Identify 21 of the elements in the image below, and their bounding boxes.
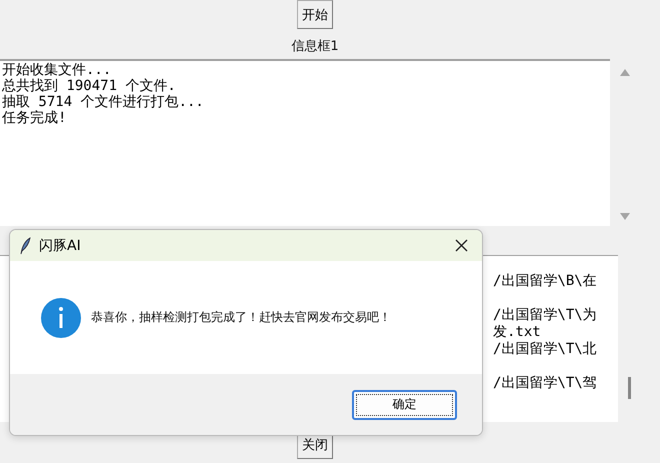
feather-icon: [19, 236, 31, 254]
log-line: 抽取 5714 个文件进行打包...: [2, 94, 205, 110]
log-line: 开始收集文件...: [2, 62, 112, 78]
file-path-line: /出国留学\B\在: [493, 273, 598, 290]
log-line: 任务完成!: [2, 110, 68, 126]
start-button[interactable]: 开始: [297, 0, 333, 29]
close-icon[interactable]: [455, 239, 468, 252]
scroll-thumb-icon[interactable]: [628, 377, 630, 399]
dialog-message: 恭喜你，抽样检测打包完成了！赶快去官网发布交易吧！: [91, 309, 391, 326]
ok-button[interactable]: 确定: [352, 390, 457, 420]
scroll-up-arrow-icon[interactable]: [620, 69, 630, 76]
box-label: 信息框1: [290, 38, 340, 55]
file-path-line: /出国留学\T\驾: [493, 375, 598, 392]
dialog-title: 闪豚AI: [39, 236, 82, 254]
file-path-line: /出国留学\T\北: [493, 341, 598, 358]
file-path-line: /出国留学\T\为: [493, 307, 598, 324]
log-text-area[interactable]: 开始收集文件... 总共找到 190471 个文件. 抽取 5714 个文件进行打包... 任务完成!: [0, 59, 610, 226]
info-icon: [41, 298, 81, 338]
scroll-down-arrow-icon[interactable]: [620, 213, 630, 220]
file-path-line: 发.txt: [493, 324, 542, 341]
log-line: 总共找到 190471 个文件.: [2, 78, 177, 94]
